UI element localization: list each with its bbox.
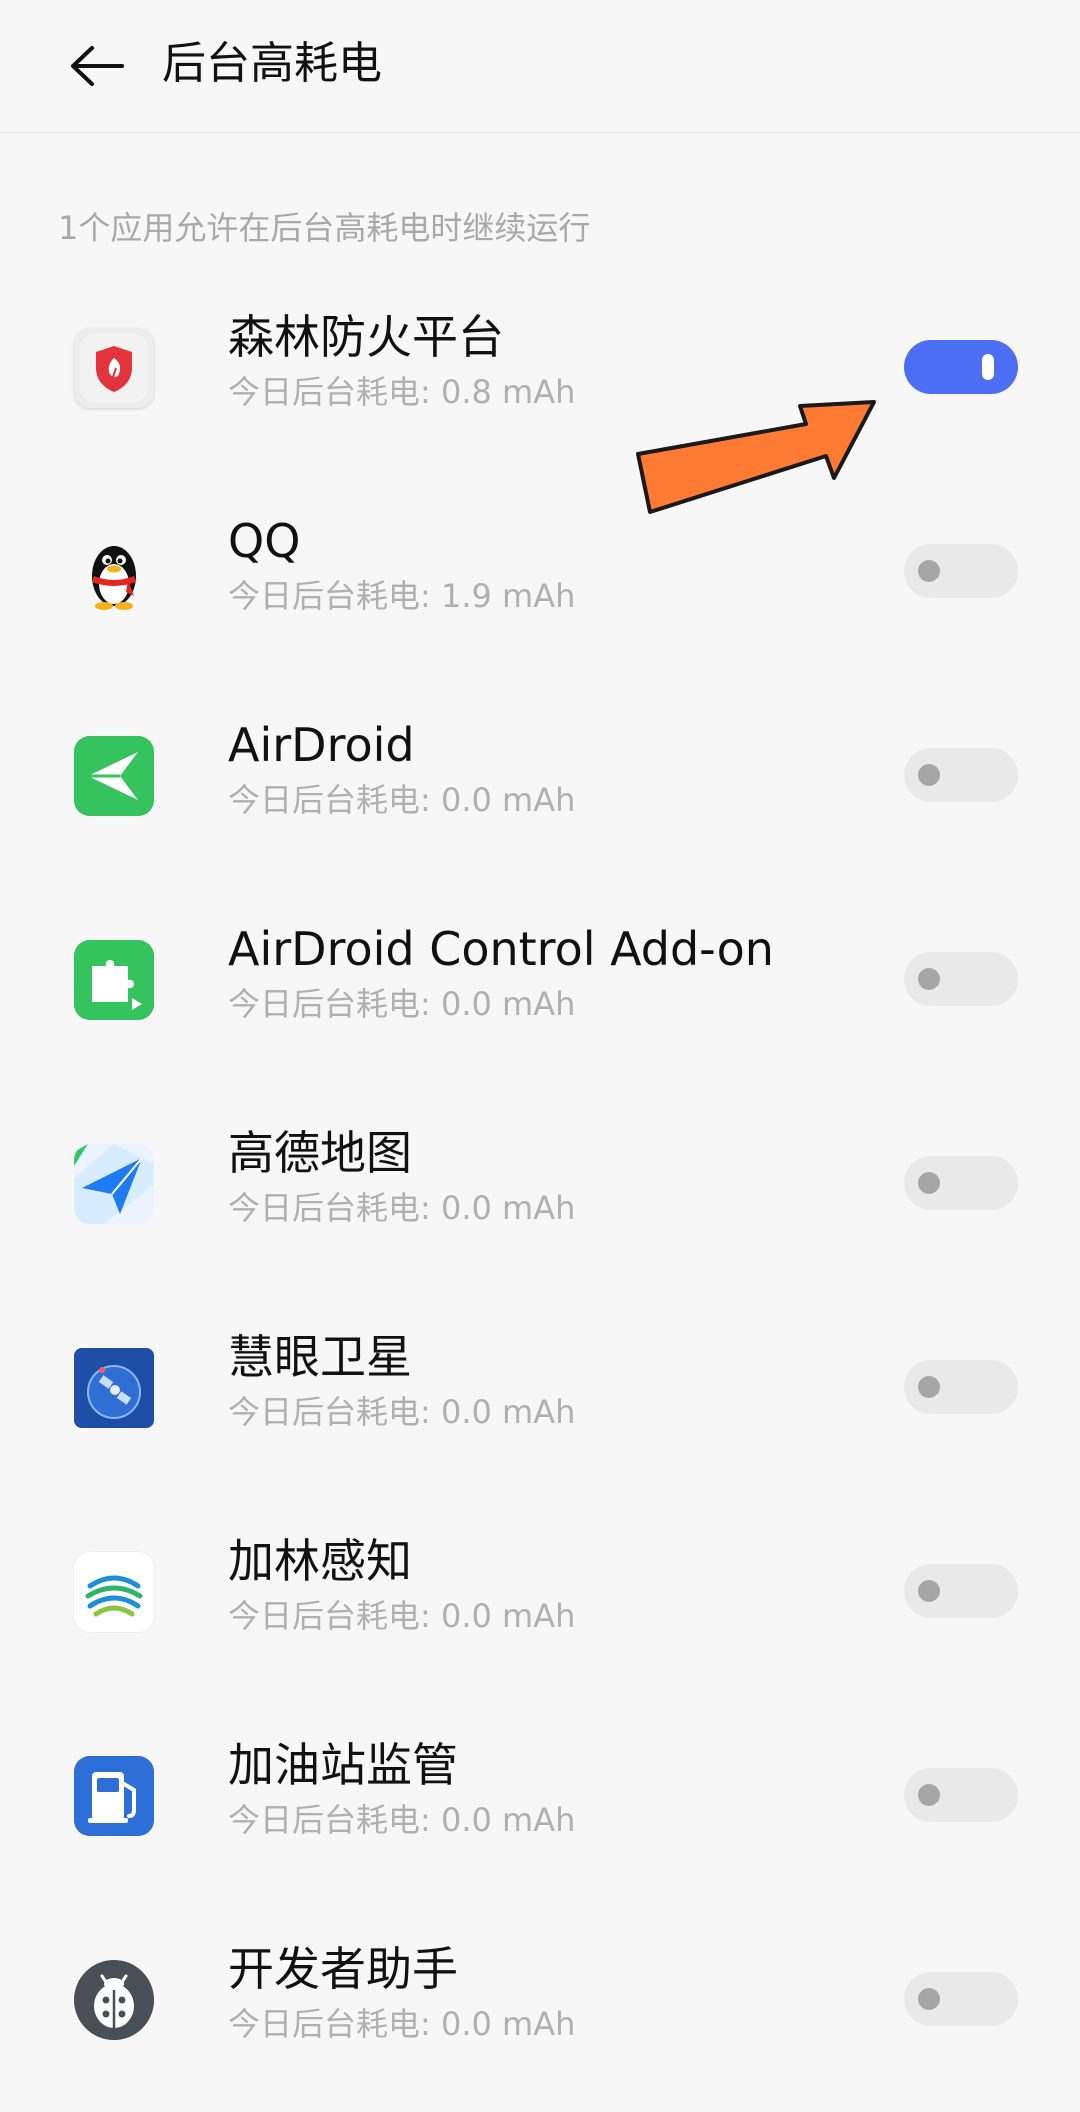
- app-name: AirDroid Control Add-on: [228, 922, 774, 976]
- app-usage: 今日后台耗电: 0.0 mAh: [228, 1393, 576, 1431]
- background-power-toggle[interactable]: [904, 1972, 1018, 2026]
- page-title: 后台高耗电: [162, 38, 382, 89]
- shield-leaf-icon: [74, 328, 154, 408]
- app-bar: 后台高耗电: [0, 0, 1080, 133]
- toggle-knob: [918, 764, 940, 786]
- section-subtitle: 1个应用允许在后台高耗电时继续运行: [58, 209, 591, 247]
- puzzle-icon: [74, 940, 154, 1020]
- background-power-toggle[interactable]: [904, 1768, 1018, 1822]
- app-name: AirDroid: [228, 718, 415, 772]
- app-usage: 今日后台耗电: 0.0 mAh: [228, 2005, 576, 2043]
- paper-plane-icon: [74, 736, 154, 816]
- background-power-toggle[interactable]: [904, 1360, 1018, 1414]
- list-item: 开发者助手 今日后台耗电: 0.0 mAh: [0, 1908, 1080, 2112]
- app-name: 开发者助手: [228, 1942, 458, 1996]
- background-power-toggle[interactable]: [904, 952, 1018, 1006]
- back-arrow-icon: [71, 46, 124, 86]
- fuel-pump-icon: [74, 1756, 154, 1836]
- list-item: 加林感知 今日后台耗电: 0.0 mAh: [0, 1500, 1080, 1704]
- app-name: 森林防火平台: [228, 310, 504, 364]
- app-usage: 今日后台耗电: 0.0 mAh: [228, 1801, 576, 1839]
- app-name: 高德地图: [228, 1126, 412, 1180]
- list-item: 高德地图 今日后台耗电: 0.0 mAh: [0, 1092, 1080, 1296]
- background-power-toggle[interactable]: [904, 748, 1018, 802]
- toggle-knob: [918, 560, 940, 582]
- app-name: QQ: [228, 514, 301, 568]
- list-item: AirDroid 今日后台耗电: 0.0 mAh: [0, 684, 1080, 888]
- list-item: 森林防火平台 今日后台耗电: 0.8 mAh: [0, 276, 1080, 480]
- navigation-arrow-icon: [74, 1144, 154, 1224]
- toggle-knob: [918, 1580, 940, 1602]
- toggle-knob: [918, 1376, 940, 1398]
- background-power-toggle[interactable]: [904, 340, 1018, 394]
- app-usage: 今日后台耗电: 0.0 mAh: [228, 781, 576, 819]
- background-power-toggle[interactable]: [904, 1564, 1018, 1618]
- toggle-knob: [918, 1784, 940, 1806]
- toggle-knob: [982, 354, 994, 380]
- app-name: 加油站监管: [228, 1738, 458, 1792]
- app-list: 森林防火平台 今日后台耗电: 0.8 mAh QQ 今日后台耗电: 1.9 mA…: [0, 276, 1080, 2112]
- background-power-toggle[interactable]: [904, 544, 1018, 598]
- list-item: QQ 今日后台耗电: 1.9 mAh: [0, 480, 1080, 684]
- annotation-arrow-icon: [636, 400, 876, 514]
- penguin-icon: [74, 532, 154, 612]
- app-usage: 今日后台耗电: 0.0 mAh: [228, 985, 576, 1023]
- list-item: AirDroid Control Add-on 今日后台耗电: 0.0 mAh: [0, 888, 1080, 1092]
- list-item: 慧眼卫星 今日后台耗电: 0.0 mAh: [0, 1296, 1080, 1500]
- toggle-knob: [918, 1988, 940, 2010]
- ladybug-icon: [74, 1960, 154, 2040]
- app-name: 加林感知: [228, 1534, 412, 1588]
- app-usage: 今日后台耗电: 1.9 mAh: [228, 577, 576, 615]
- app-name: 慧眼卫星: [228, 1330, 412, 1384]
- app-usage: 今日后台耗电: 0.0 mAh: [228, 1189, 576, 1227]
- toggle-knob: [918, 968, 940, 990]
- satellite-icon: [74, 1348, 154, 1428]
- back-button[interactable]: [60, 30, 132, 102]
- app-usage: 今日后台耗电: 0.0 mAh: [228, 1597, 576, 1635]
- china-mobile-icon: [74, 1552, 154, 1632]
- app-usage: 今日后台耗电: 0.8 mAh: [228, 373, 576, 411]
- background-power-toggle[interactable]: [904, 1156, 1018, 1210]
- list-item: 加油站监管 今日后台耗电: 0.0 mAh: [0, 1704, 1080, 1908]
- toggle-knob: [918, 1172, 940, 1194]
